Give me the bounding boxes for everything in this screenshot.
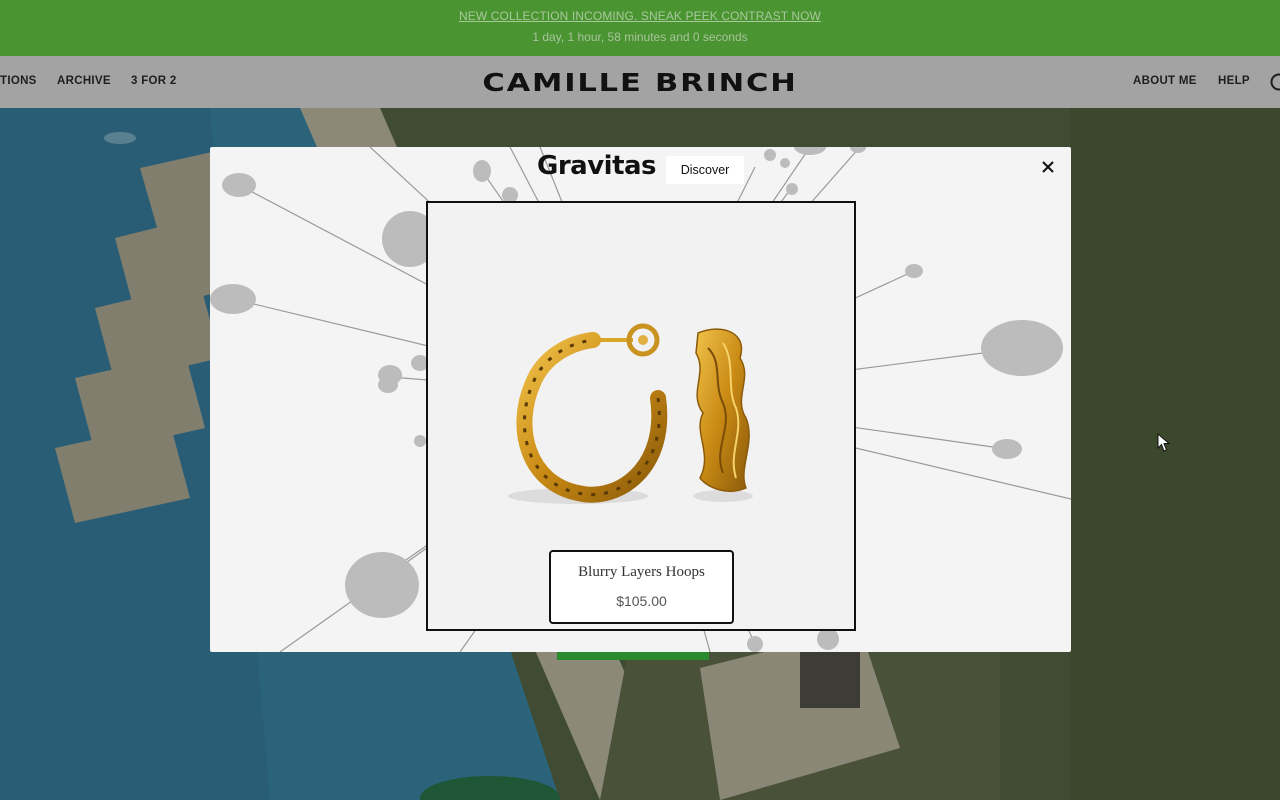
close-button[interactable] [1038, 157, 1058, 177]
announcement-bar: NEW COLLECTION INCOMING. SNEAK PEEK CONT… [0, 0, 1280, 56]
product-price: $105.00 [616, 593, 667, 609]
product-image[interactable] [508, 318, 778, 508]
search-icon[interactable] [1268, 71, 1280, 93]
discover-button[interactable]: Discover [666, 156, 744, 184]
site-header: TIONS ARCHIVE 3 FOR 2 CAMILLE BRINCH ABO… [0, 56, 1280, 108]
hero-cta-button-edge[interactable] [557, 652, 709, 660]
product-card[interactable]: Blurry Layers Hoops $105.00 [426, 201, 856, 631]
brand-logo[interactable]: CAMILLE BRINCH [0, 68, 1280, 97]
countdown-timer: 1 day, 1 hour, 58 minutes and 0 seconds [532, 30, 748, 44]
nav-link-about-me[interactable]: ABOUT ME [1133, 75, 1197, 87]
mouse-cursor-icon [1157, 433, 1171, 452]
close-icon [1042, 161, 1054, 173]
popup-title: Gravitas [537, 151, 657, 181]
announcement-link[interactable]: NEW COLLECTION INCOMING. SNEAK PEEK CONT… [0, 9, 1280, 23]
product-name: Blurry Layers Hoops [578, 564, 705, 580]
nav-link-help[interactable]: HELP [1218, 75, 1250, 87]
product-info-box[interactable]: Blurry Layers Hoops $105.00 [549, 550, 734, 624]
